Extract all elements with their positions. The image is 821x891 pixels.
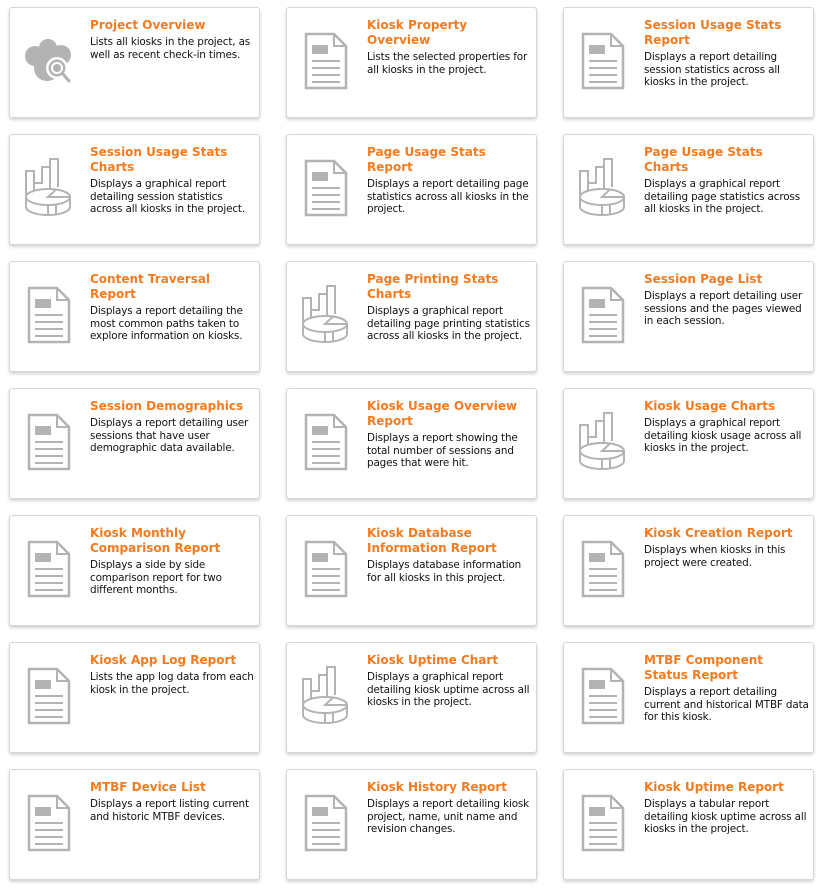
report-card-description: Displays a graphical report detailing se… xyxy=(90,178,246,216)
report-card-description: Lists the selected properties for all ki… xyxy=(367,51,528,76)
report-card-description: Displays a report detailing current and … xyxy=(644,686,809,724)
document-icon xyxy=(23,284,75,346)
report-card-page-usage-stats-report[interactable]: Page Usage Stats Report Displays a repor… xyxy=(286,134,537,245)
report-card-description: Displays a graphical report detailing ki… xyxy=(644,417,802,455)
report-card-description: Displays a report detailing kiosk projec… xyxy=(367,798,530,836)
document-icon xyxy=(577,792,629,854)
report-card-title: Kiosk Creation Report xyxy=(644,526,793,540)
report-card-kiosk-usage-overview-report[interactable]: Kiosk Usage Overview Report Displays a r… xyxy=(286,388,537,499)
chart-icon xyxy=(577,157,629,219)
report-card-title: Kiosk Monthly Comparison Report xyxy=(90,526,221,555)
document-icon xyxy=(300,538,352,600)
document-icon xyxy=(577,538,629,600)
document-icon xyxy=(23,538,75,600)
report-card-session-usage-stats-charts[interactable]: Session Usage Stats Charts Displays a gr… xyxy=(9,134,260,245)
report-card-kiosk-monthly-comparison-report[interactable]: Kiosk Monthly Comparison Report Displays… xyxy=(9,515,260,626)
report-card-content-traversal-report[interactable]: Content Traversal Report Displays a repo… xyxy=(9,261,260,372)
report-card-title: Page Usage Stats Report xyxy=(367,145,486,174)
report-card-mtbf-component-status-report[interactable]: MTBF Component Status Report Displays a … xyxy=(563,642,814,753)
chart-icon xyxy=(577,411,629,473)
document-icon xyxy=(300,411,352,473)
report-card-description: Displays a report detailing page statist… xyxy=(367,178,529,216)
report-card-description: Displays a report detailing user session… xyxy=(644,290,803,328)
document-icon xyxy=(577,284,629,346)
report-card-description: Displays a side by side comparison repor… xyxy=(90,559,222,597)
document-icon xyxy=(23,792,75,854)
report-card-title: Session Page List xyxy=(644,272,763,286)
report-card-description: Displays database information for all ki… xyxy=(367,559,522,584)
report-card-title: Content Traversal Report xyxy=(90,272,211,301)
document-icon xyxy=(577,665,629,727)
report-card-title: Kiosk Property Overview xyxy=(367,18,468,47)
report-card-description: Displays a report detailing session stat… xyxy=(644,51,780,89)
chart-icon xyxy=(23,157,75,219)
report-card-description: Lists all kiosks in the project, as well… xyxy=(90,36,251,61)
chart-icon xyxy=(300,284,352,346)
document-icon xyxy=(300,157,352,219)
report-card-kiosk-creation-report[interactable]: Kiosk Creation Report Displays when kios… xyxy=(563,515,814,626)
report-card-title: Kiosk Usage Overview Report xyxy=(367,399,518,428)
report-card-title: Kiosk Uptime Chart xyxy=(367,653,499,667)
report-card-description: Lists the app log data from each kiosk i… xyxy=(90,671,254,696)
report-card-title: MTBF Device List xyxy=(90,780,206,794)
report-card-title: Session Usage Stats Report xyxy=(644,18,782,47)
report-card-title: Kiosk App Log Report xyxy=(90,653,237,667)
document-icon xyxy=(23,665,75,727)
document-icon xyxy=(577,30,629,92)
report-card-title: MTBF Component Status Report xyxy=(644,653,763,682)
report-card-description: Displays a graphical report detailing ki… xyxy=(367,671,530,709)
report-card-session-usage-stats-report[interactable]: Session Usage Stats Report Displays a re… xyxy=(563,7,814,118)
report-card-title: Kiosk Database Information Report xyxy=(367,526,497,555)
report-card-description: Displays a report detailing the most com… xyxy=(90,305,243,343)
report-card-title: Kiosk History Report xyxy=(367,780,508,794)
report-card-description: Displays a graphical report detailing pa… xyxy=(367,305,530,343)
report-card-mtbf-device-list[interactable]: MTBF Device List Displays a report listi… xyxy=(9,769,260,880)
report-card-kiosk-uptime-report[interactable]: Kiosk Uptime Report Displays a tabular r… xyxy=(563,769,814,880)
report-card-kiosk-history-report[interactable]: Kiosk History Report Displays a report d… xyxy=(286,769,537,880)
report-card-project-overview[interactable]: Project Overview Lists all kiosks in the… xyxy=(9,7,260,118)
report-card-kiosk-property-overview[interactable]: Kiosk Property Overview Lists the select… xyxy=(286,7,537,118)
document-icon xyxy=(23,411,75,473)
report-card-title: Project Overview xyxy=(90,18,206,32)
report-card-kiosk-app-log-report[interactable]: Kiosk App Log Report Lists the app log d… xyxy=(9,642,260,753)
report-card-title: Session Demographics xyxy=(90,399,244,413)
report-card-title: Kiosk Usage Charts xyxy=(644,399,776,413)
cloud-search-icon xyxy=(23,30,75,92)
report-card-description: Displays a graphical report detailing pa… xyxy=(644,178,800,216)
report-grid: Project Overview Lists all kiosks in the… xyxy=(9,7,814,880)
report-card-description: Displays a tabular report detailing kios… xyxy=(644,798,807,836)
report-card-title: Kiosk Uptime Report xyxy=(644,780,784,794)
report-card-description: Displays when kiosks in this project wer… xyxy=(644,544,786,569)
report-card-title: Page Printing Stats Charts xyxy=(367,272,499,301)
document-icon xyxy=(300,792,352,854)
report-card-kiosk-uptime-chart[interactable]: Kiosk Uptime Chart Displays a graphical … xyxy=(286,642,537,753)
chart-icon xyxy=(300,665,352,727)
report-card-page-usage-stats-charts[interactable]: Page Usage Stats Charts Displays a graph… xyxy=(563,134,814,245)
report-card-kiosk-usage-charts[interactable]: Kiosk Usage Charts Displays a graphical … xyxy=(563,388,814,499)
report-card-description: Displays a report listing current and hi… xyxy=(90,798,249,823)
report-card-title: Page Usage Stats Charts xyxy=(644,145,763,174)
report-card-description: Displays a report showing the total numb… xyxy=(367,432,518,470)
report-card-title: Session Usage Stats Charts xyxy=(90,145,228,174)
report-card-page-printing-stats-charts[interactable]: Page Printing Stats Charts Displays a gr… xyxy=(286,261,537,372)
report-card-description: Displays a report detailing user session… xyxy=(90,417,249,455)
document-icon xyxy=(300,30,352,92)
report-card-session-page-list[interactable]: Session Page List Displays a report deta… xyxy=(563,261,814,372)
report-card-session-demographics[interactable]: Session Demographics Displays a report d… xyxy=(9,388,260,499)
report-card-kiosk-database-information-report[interactable]: Kiosk Database Information Report Displa… xyxy=(286,515,537,626)
